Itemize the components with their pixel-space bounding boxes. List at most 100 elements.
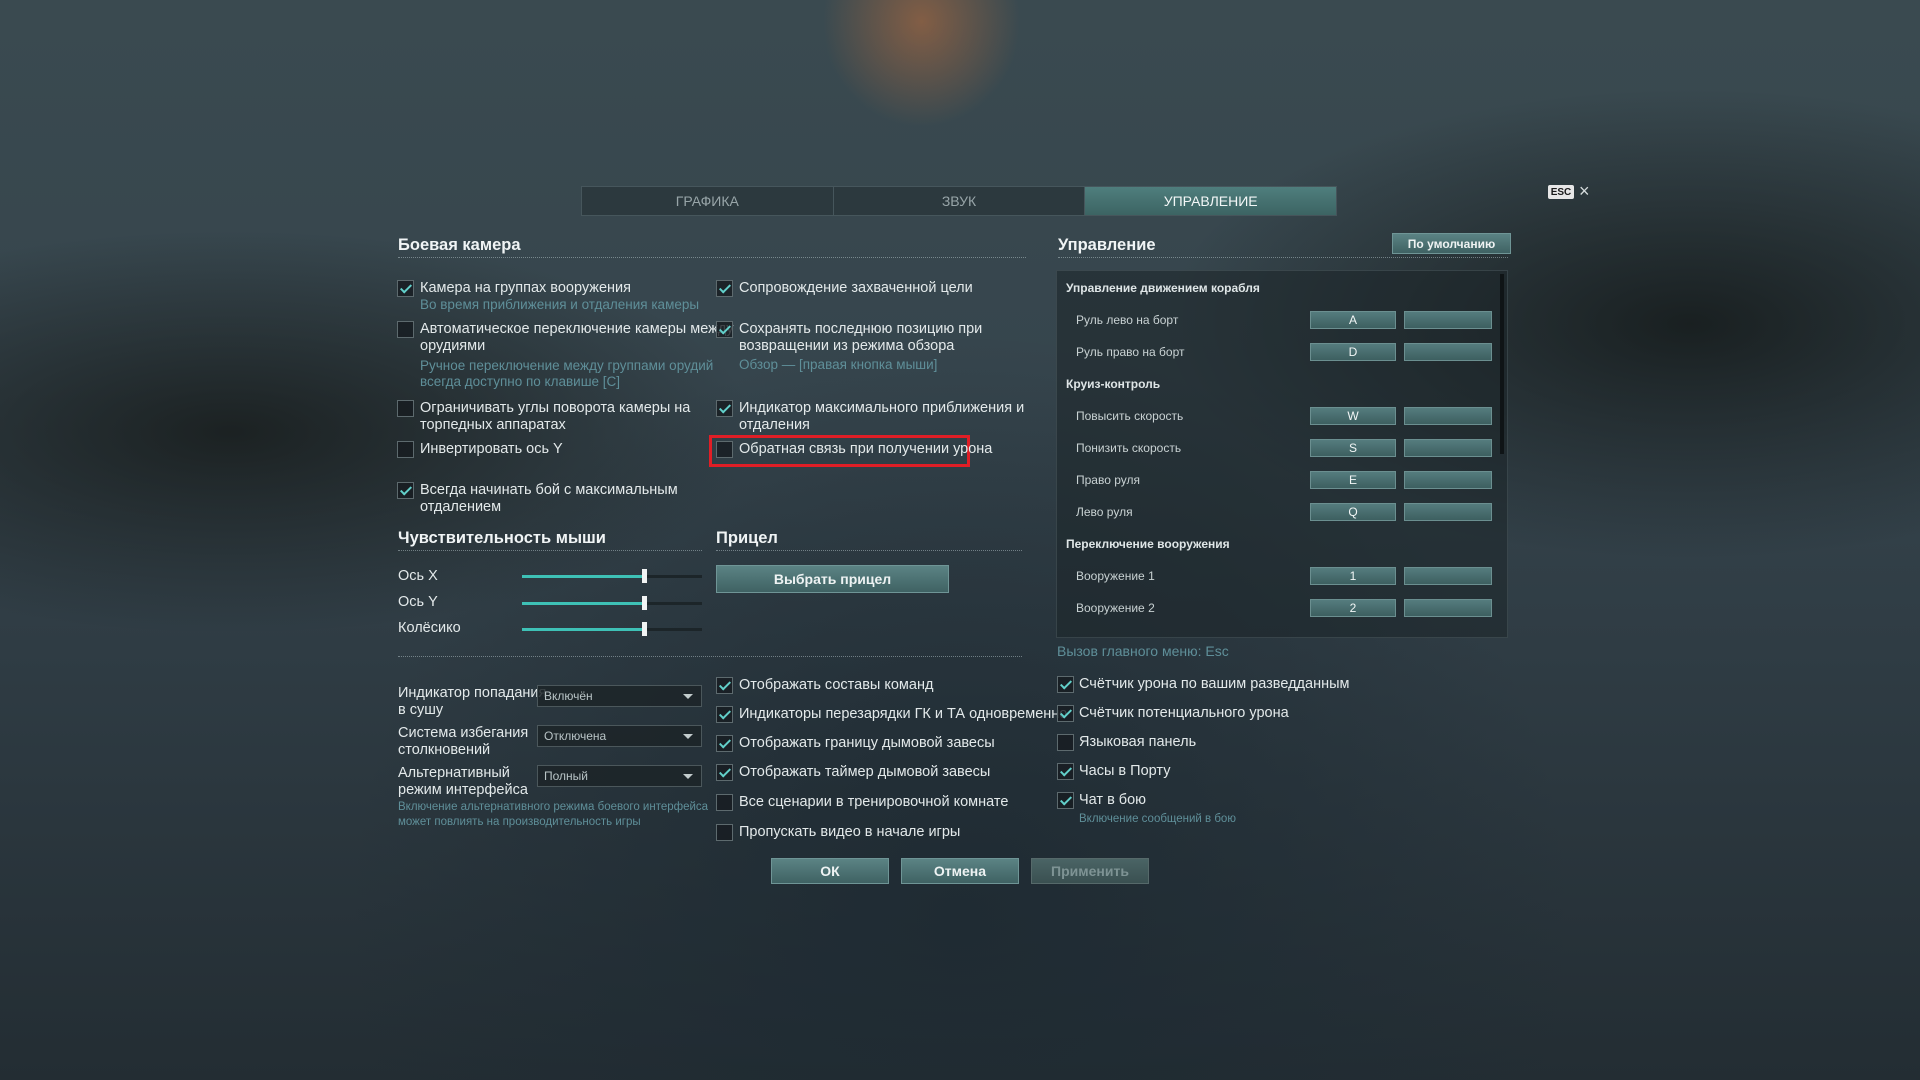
key-slot-primary[interactable]: Q: [1310, 503, 1396, 521]
checkbox-invert-y[interactable]: [397, 441, 414, 458]
choose-sight-button[interactable]: Выбрать прицел: [716, 565, 949, 593]
option-label: Отображать таймер дымовой завесы: [739, 764, 991, 780]
cancel-button[interactable]: Отмена: [901, 858, 1019, 884]
dropdown-label: Индикатор попадания: [398, 685, 547, 701]
option-label: отдалением: [420, 499, 502, 515]
option-hint: Ручное переключение между группами оруди…: [420, 358, 714, 373]
key-slot-secondary[interactable]: [1404, 407, 1492, 425]
dropdown-label: столкновений: [398, 742, 491, 758]
slider-thumb[interactable]: [642, 596, 648, 610]
default-button[interactable]: По умолчанию: [1392, 233, 1511, 254]
keybinding-label: Вооружение 1: [1076, 569, 1155, 583]
key-slot-primary[interactable]: D: [1310, 343, 1396, 361]
dropdown-label: Альтернативный: [398, 765, 510, 781]
slider-wheel[interactable]: [522, 622, 702, 636]
checkbox-zoom-indicator[interactable]: [716, 400, 733, 417]
slider-y[interactable]: [522, 596, 702, 610]
key-slot-primary[interactable]: S: [1310, 439, 1396, 457]
dropdown-value: Включён: [544, 689, 593, 703]
slider-label: Колёсико: [398, 620, 461, 636]
apply-button[interactable]: Применить: [1031, 858, 1149, 884]
option-label: Пропускать видео в начале игры: [739, 824, 961, 840]
controls-title: Управление: [1058, 236, 1156, 254]
land-hit-indicator-dropdown[interactable]: Включён: [537, 685, 702, 707]
slider-x[interactable]: [522, 569, 702, 583]
checkbox-limit-torpedo-camera[interactable]: [397, 400, 414, 417]
checkbox-max-zoom-start[interactable]: [397, 482, 414, 499]
key-slot-secondary[interactable]: [1404, 503, 1492, 521]
key-slot-secondary[interactable]: [1404, 599, 1492, 617]
checkbox-save-last-position[interactable]: [716, 321, 733, 338]
checkbox-smoke-timer[interactable]: [716, 764, 733, 781]
chevron-down-icon: [683, 734, 693, 739]
keybinding-label: Вооружение 2: [1076, 601, 1155, 615]
dropdown-value: Отключена: [544, 729, 607, 743]
checkbox-scouting-damage[interactable]: [1057, 676, 1074, 693]
main-menu-hint: Вызов главного меню: Esc: [1057, 643, 1229, 659]
interface-hint: Включение альтернативного режима боевого…: [398, 801, 709, 813]
ok-button[interactable]: ОК: [771, 858, 889, 884]
option-label: возвращении из режима обзора: [739, 338, 955, 354]
checkbox-weapon-camera[interactable]: [397, 280, 414, 297]
checkbox-training-scenarios[interactable]: [716, 794, 733, 811]
checkbox-language-bar[interactable]: [1057, 734, 1074, 751]
checkbox-smoke-border[interactable]: [716, 735, 733, 752]
option-label: Индикатор максимального приближения и: [739, 400, 1025, 416]
checkbox-damage-feedback[interactable]: [716, 441, 733, 458]
checkbox-team-rosters[interactable]: [716, 677, 733, 694]
option-label: Отображать составы команд: [739, 677, 934, 693]
section-divider: [1058, 257, 1508, 258]
keybinding-label: Понизить скорость: [1076, 441, 1182, 455]
checkbox-skip-intro-video[interactable]: [716, 824, 733, 841]
slider-thumb[interactable]: [642, 622, 648, 636]
key-slot-primary[interactable]: 1: [1310, 567, 1396, 585]
keybinding-group: Управление движением корабля: [1066, 281, 1260, 295]
checkbox-auto-switch-camera[interactable]: [397, 321, 414, 338]
key-slot-primary[interactable]: W: [1310, 407, 1396, 425]
keybinding-label: Лево руля: [1076, 505, 1133, 519]
alt-interface-dropdown[interactable]: Полный: [537, 765, 702, 787]
sight-title: Прицел: [716, 529, 778, 547]
option-hint: Во время приближения и отдаления камеры: [420, 297, 700, 312]
tab-graphics[interactable]: ГРАФИКА: [582, 187, 834, 215]
collision-avoidance-dropdown[interactable]: Отключена: [537, 725, 702, 747]
key-slot-primary[interactable]: E: [1310, 471, 1396, 489]
chevron-down-icon: [683, 694, 693, 699]
tab-controls[interactable]: УПРАВЛЕНИЕ: [1085, 187, 1337, 215]
chat-hint: Включение сообщений в бою: [1079, 813, 1236, 825]
key-slot-secondary[interactable]: [1404, 567, 1492, 585]
option-label: Чат в бою: [1079, 792, 1147, 808]
section-divider: [398, 656, 1022, 657]
esc-key-icon: ESC: [1548, 185, 1574, 199]
slider-fill: [522, 602, 645, 605]
key-slot-primary[interactable]: 2: [1310, 599, 1396, 617]
option-label: отдаления: [739, 417, 810, 433]
option-label: орудиями: [420, 338, 486, 354]
option-label: Обратная связь при получении урона: [739, 441, 993, 457]
slider-thumb[interactable]: [642, 569, 648, 583]
checkbox-target-tracking[interactable]: [716, 280, 733, 297]
scrollbar[interactable]: [1500, 274, 1504, 454]
dropdown-label: в сушу: [398, 702, 444, 718]
key-slot-secondary[interactable]: [1404, 439, 1492, 457]
dropdown-label: Система избегания: [398, 725, 529, 741]
slider-fill: [522, 575, 645, 578]
option-label: Индикаторы перезарядки ГК и ТА одновреме…: [739, 706, 1068, 722]
key-slot-secondary[interactable]: [1404, 343, 1492, 361]
interface-hint: может повлиять на производительность игр…: [398, 816, 641, 828]
settings-tabs: ГРАФИКА ЗВУК УПРАВЛЕНИЕ: [581, 186, 1337, 216]
section-divider: [398, 257, 1026, 258]
key-slot-secondary[interactable]: [1404, 471, 1492, 489]
key-slot-primary[interactable]: A: [1310, 311, 1396, 329]
checkbox-reload-indicators[interactable]: [716, 706, 733, 723]
dropdown-value: Полный: [544, 769, 588, 783]
checkbox-port-clock[interactable]: [1057, 763, 1074, 780]
checkbox-potential-damage[interactable]: [1057, 705, 1074, 722]
checkbox-battle-chat[interactable]: [1057, 792, 1074, 809]
close-icon[interactable]: ×: [1579, 181, 1590, 202]
slider-label: Ось Y: [398, 594, 438, 610]
option-label: Ограничивать углы поворота камеры на: [420, 400, 691, 416]
key-slot-secondary[interactable]: [1404, 311, 1492, 329]
tab-sound[interactable]: ЗВУК: [834, 187, 1086, 215]
option-label: Все сценарии в тренировочной комнате: [739, 794, 1009, 810]
